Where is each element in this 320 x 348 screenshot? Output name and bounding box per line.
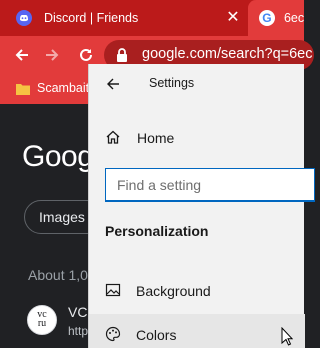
settings-item-label: Background <box>136 283 211 299</box>
lock-icon <box>117 48 127 62</box>
settings-item-background[interactable]: Background <box>89 270 305 312</box>
google-icon: G <box>259 10 275 26</box>
tab-close-button[interactable]: ✕ <box>224 9 242 27</box>
tab-strip: Discord | Friends ✕ G 6ec <box>0 0 304 36</box>
settings-title: Settings <box>149 76 195 90</box>
url-text: google.com/search?q=6ec <box>142 46 313 62</box>
settings-back-button[interactable] <box>103 74 123 94</box>
folder-icon <box>16 84 30 95</box>
tab-title: Discord | Friends <box>44 11 139 25</box>
bookmark-label: Scambait <box>37 81 90 95</box>
discord-icon <box>16 10 32 26</box>
section-heading: Personalization <box>105 223 209 239</box>
result-site-icon: vc ru <box>27 305 57 335</box>
tab-title: 6ec <box>283 11 304 25</box>
settings-search-box[interactable] <box>105 168 315 202</box>
palette-icon <box>105 326 121 342</box>
reload-icon <box>80 48 92 61</box>
back-button[interactable] <box>10 43 34 67</box>
arrow-left-icon <box>107 78 119 90</box>
tab-google-search[interactable]: G 6ec <box>248 0 304 36</box>
tab-discord[interactable]: Discord | Friends ✕ <box>0 0 247 36</box>
arrow-left-icon <box>15 49 28 61</box>
mouse-cursor-icon <box>281 327 293 346</box>
avatar-line: ru <box>37 318 47 329</box>
arrow-right-icon <box>46 49 59 61</box>
home-icon <box>106 130 120 144</box>
results-stats: About 1,0 <box>28 267 88 283</box>
settings-item-colors[interactable]: Colors <box>89 314 305 348</box>
picture-icon <box>105 283 121 297</box>
result-url[interactable]: http <box>68 324 88 338</box>
settings-item-label: Colors <box>136 327 177 343</box>
settings-search-input[interactable] <box>106 169 314 200</box>
result-title[interactable]: VC <box>68 304 87 320</box>
settings-home-link[interactable]: Home <box>137 130 174 146</box>
google-logo[interactable]: Goog <box>22 140 94 174</box>
settings-window: Settings Home Personalization Background… <box>88 64 315 348</box>
forward-button[interactable] <box>40 43 64 67</box>
